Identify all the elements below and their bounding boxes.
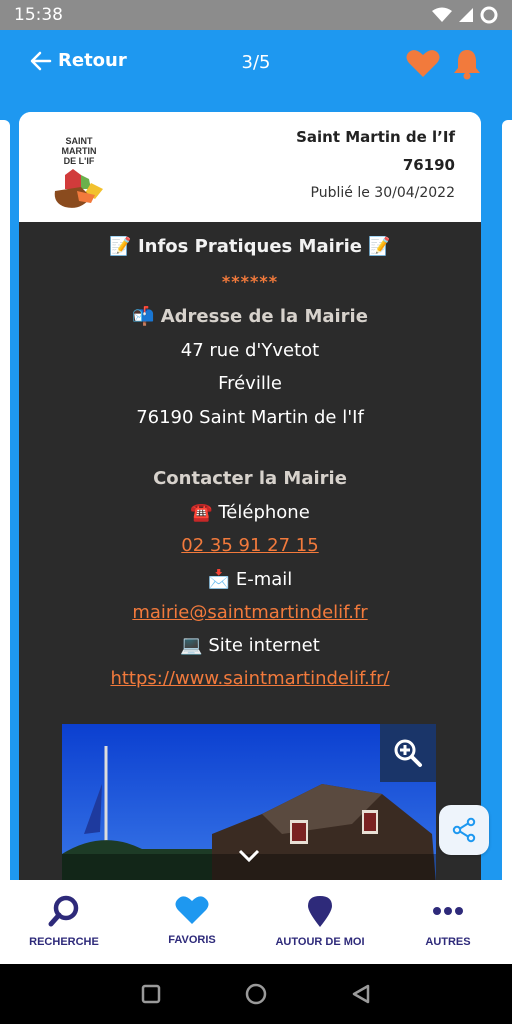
- logo-text-line2: DE L'IF: [63, 156, 95, 166]
- phone-label: ☎️ Téléphone: [190, 502, 310, 523]
- website-label: 💻 Site internet: [180, 635, 320, 656]
- published-date: Publié le 30/04/2022: [310, 185, 455, 201]
- nav-item-autres[interactable]: AUTRES: [384, 880, 512, 964]
- decorative-stars: ******: [221, 272, 279, 291]
- bottom-nav: RECHERCHE FAVORIS AUTOUR DE MOI AUTRES: [0, 880, 512, 964]
- previous-card-edge[interactable]: [0, 120, 10, 890]
- commune-logo: SAINT MARTIN DE L'IF: [49, 136, 109, 213]
- postal-code: 76190: [402, 156, 455, 174]
- nav-item-favoris[interactable]: FAVORIS: [128, 880, 256, 964]
- expand-button[interactable]: [237, 848, 261, 869]
- phone-link-row: 02 35 91 27 15: [19, 535, 481, 556]
- phone-link[interactable]: 02 35 91 27 15: [181, 535, 318, 556]
- nav-item-recherche[interactable]: RECHERCHE: [0, 880, 128, 964]
- share-button[interactable]: [439, 805, 489, 855]
- logo-text-line1: SAINT MARTIN: [61, 136, 97, 156]
- address-locality: Fréville: [218, 373, 282, 394]
- address-street: 47 rue d'Yvetot: [180, 340, 320, 361]
- more-dots-icon: [433, 907, 463, 915]
- back-nav-icon[interactable]: [350, 983, 372, 1005]
- address-city: 76190 Saint Martin de l'If: [136, 407, 364, 428]
- nav-label-autres: AUTRES: [425, 936, 471, 948]
- email-label: 📩 E-mail: [207, 569, 293, 590]
- chevron-down-icon: [238, 849, 260, 863]
- address-title: 📬 Adresse de la Mairie: [132, 306, 368, 327]
- website-link-row: https://www.saintmartindelif.fr/: [19, 668, 481, 689]
- location-pin-icon: [308, 896, 332, 927]
- nav-label-favoris: FAVORIS: [168, 934, 216, 946]
- signal-icon: [459, 8, 473, 22]
- app-header: Retour 3/5: [0, 30, 512, 112]
- wifi-icon: [432, 7, 452, 22]
- email-link[interactable]: mairie@saintmartindelif.fr: [132, 602, 367, 623]
- next-card-edge[interactable]: [502, 120, 512, 890]
- zoom-in-icon: [394, 739, 422, 767]
- website-link[interactable]: https://www.saintmartindelif.fr/: [110, 668, 389, 689]
- system-nav-bar: [0, 964, 512, 1024]
- logo-emblem-icon: [54, 169, 103, 208]
- nav-label-autour-de-moi: AUTOUR DE MOI: [275, 936, 365, 948]
- bell-icon: [454, 50, 480, 80]
- notification-button[interactable]: [452, 48, 482, 84]
- status-icons: [432, 6, 498, 24]
- info-card: SAINT MARTIN DE L'IF Saint Martin de l’I…: [19, 112, 481, 882]
- favorite-button[interactable]: [406, 48, 440, 82]
- town-hall-photo[interactable]: [62, 724, 436, 882]
- home-icon[interactable]: [244, 982, 268, 1006]
- heart-icon: [175, 896, 209, 924]
- nav-label-recherche: RECHERCHE: [29, 936, 99, 948]
- side-tab[interactable]: [0, 808, 8, 854]
- zoom-button[interactable]: [380, 724, 436, 782]
- share-icon: [452, 817, 476, 843]
- email-link-row: mairie@saintmartindelif.fr: [19, 602, 481, 623]
- search-icon: [48, 895, 79, 927]
- status-bar: 15:38: [0, 0, 512, 30]
- commune-name: Saint Martin de l’If: [296, 128, 455, 146]
- card-content: 📝 Infos Pratiques Mairie 📝 ****** 📬 Adre…: [19, 222, 481, 882]
- status-time: 15:38: [14, 5, 63, 25]
- section-title: 📝 Infos Pratiques Mairie 📝: [109, 236, 391, 257]
- contact-title: Contacter la Mairie: [153, 468, 347, 489]
- card-header: SAINT MARTIN DE L'IF Saint Martin de l’I…: [19, 112, 481, 222]
- heart-icon: [406, 50, 440, 77]
- battery-icon: [480, 6, 498, 24]
- recents-icon[interactable]: [140, 983, 162, 1005]
- nav-item-autour-de-moi[interactable]: AUTOUR DE MOI: [256, 880, 384, 964]
